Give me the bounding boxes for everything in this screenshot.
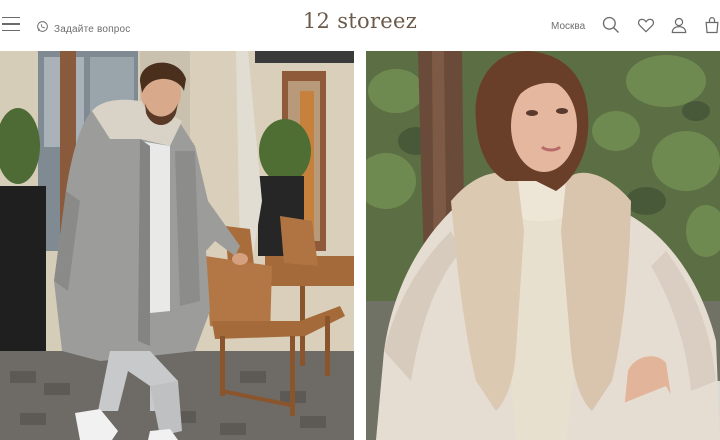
ask-question-label: Задайте вопрос bbox=[54, 23, 131, 35]
heart-icon[interactable] bbox=[636, 15, 656, 35]
woman-cream-puffer-fur-collar-photo[interactable] bbox=[366, 51, 720, 440]
burger-menu-icon[interactable] bbox=[2, 17, 22, 35]
site-header: Задайте вопрос 12 storeez Москва bbox=[0, 0, 720, 50]
brand-logo[interactable]: 12 storeez bbox=[303, 9, 417, 33]
man-grey-parka-cafe-photo[interactable] bbox=[0, 51, 354, 440]
bag-icon[interactable] bbox=[702, 15, 720, 35]
whatsapp-icon bbox=[36, 20, 49, 38]
search-icon[interactable] bbox=[601, 15, 621, 35]
city-selector[interactable]: Москва bbox=[551, 21, 585, 32]
ask-question-link[interactable]: Задайте вопрос bbox=[36, 20, 131, 38]
user-icon[interactable] bbox=[669, 15, 689, 35]
